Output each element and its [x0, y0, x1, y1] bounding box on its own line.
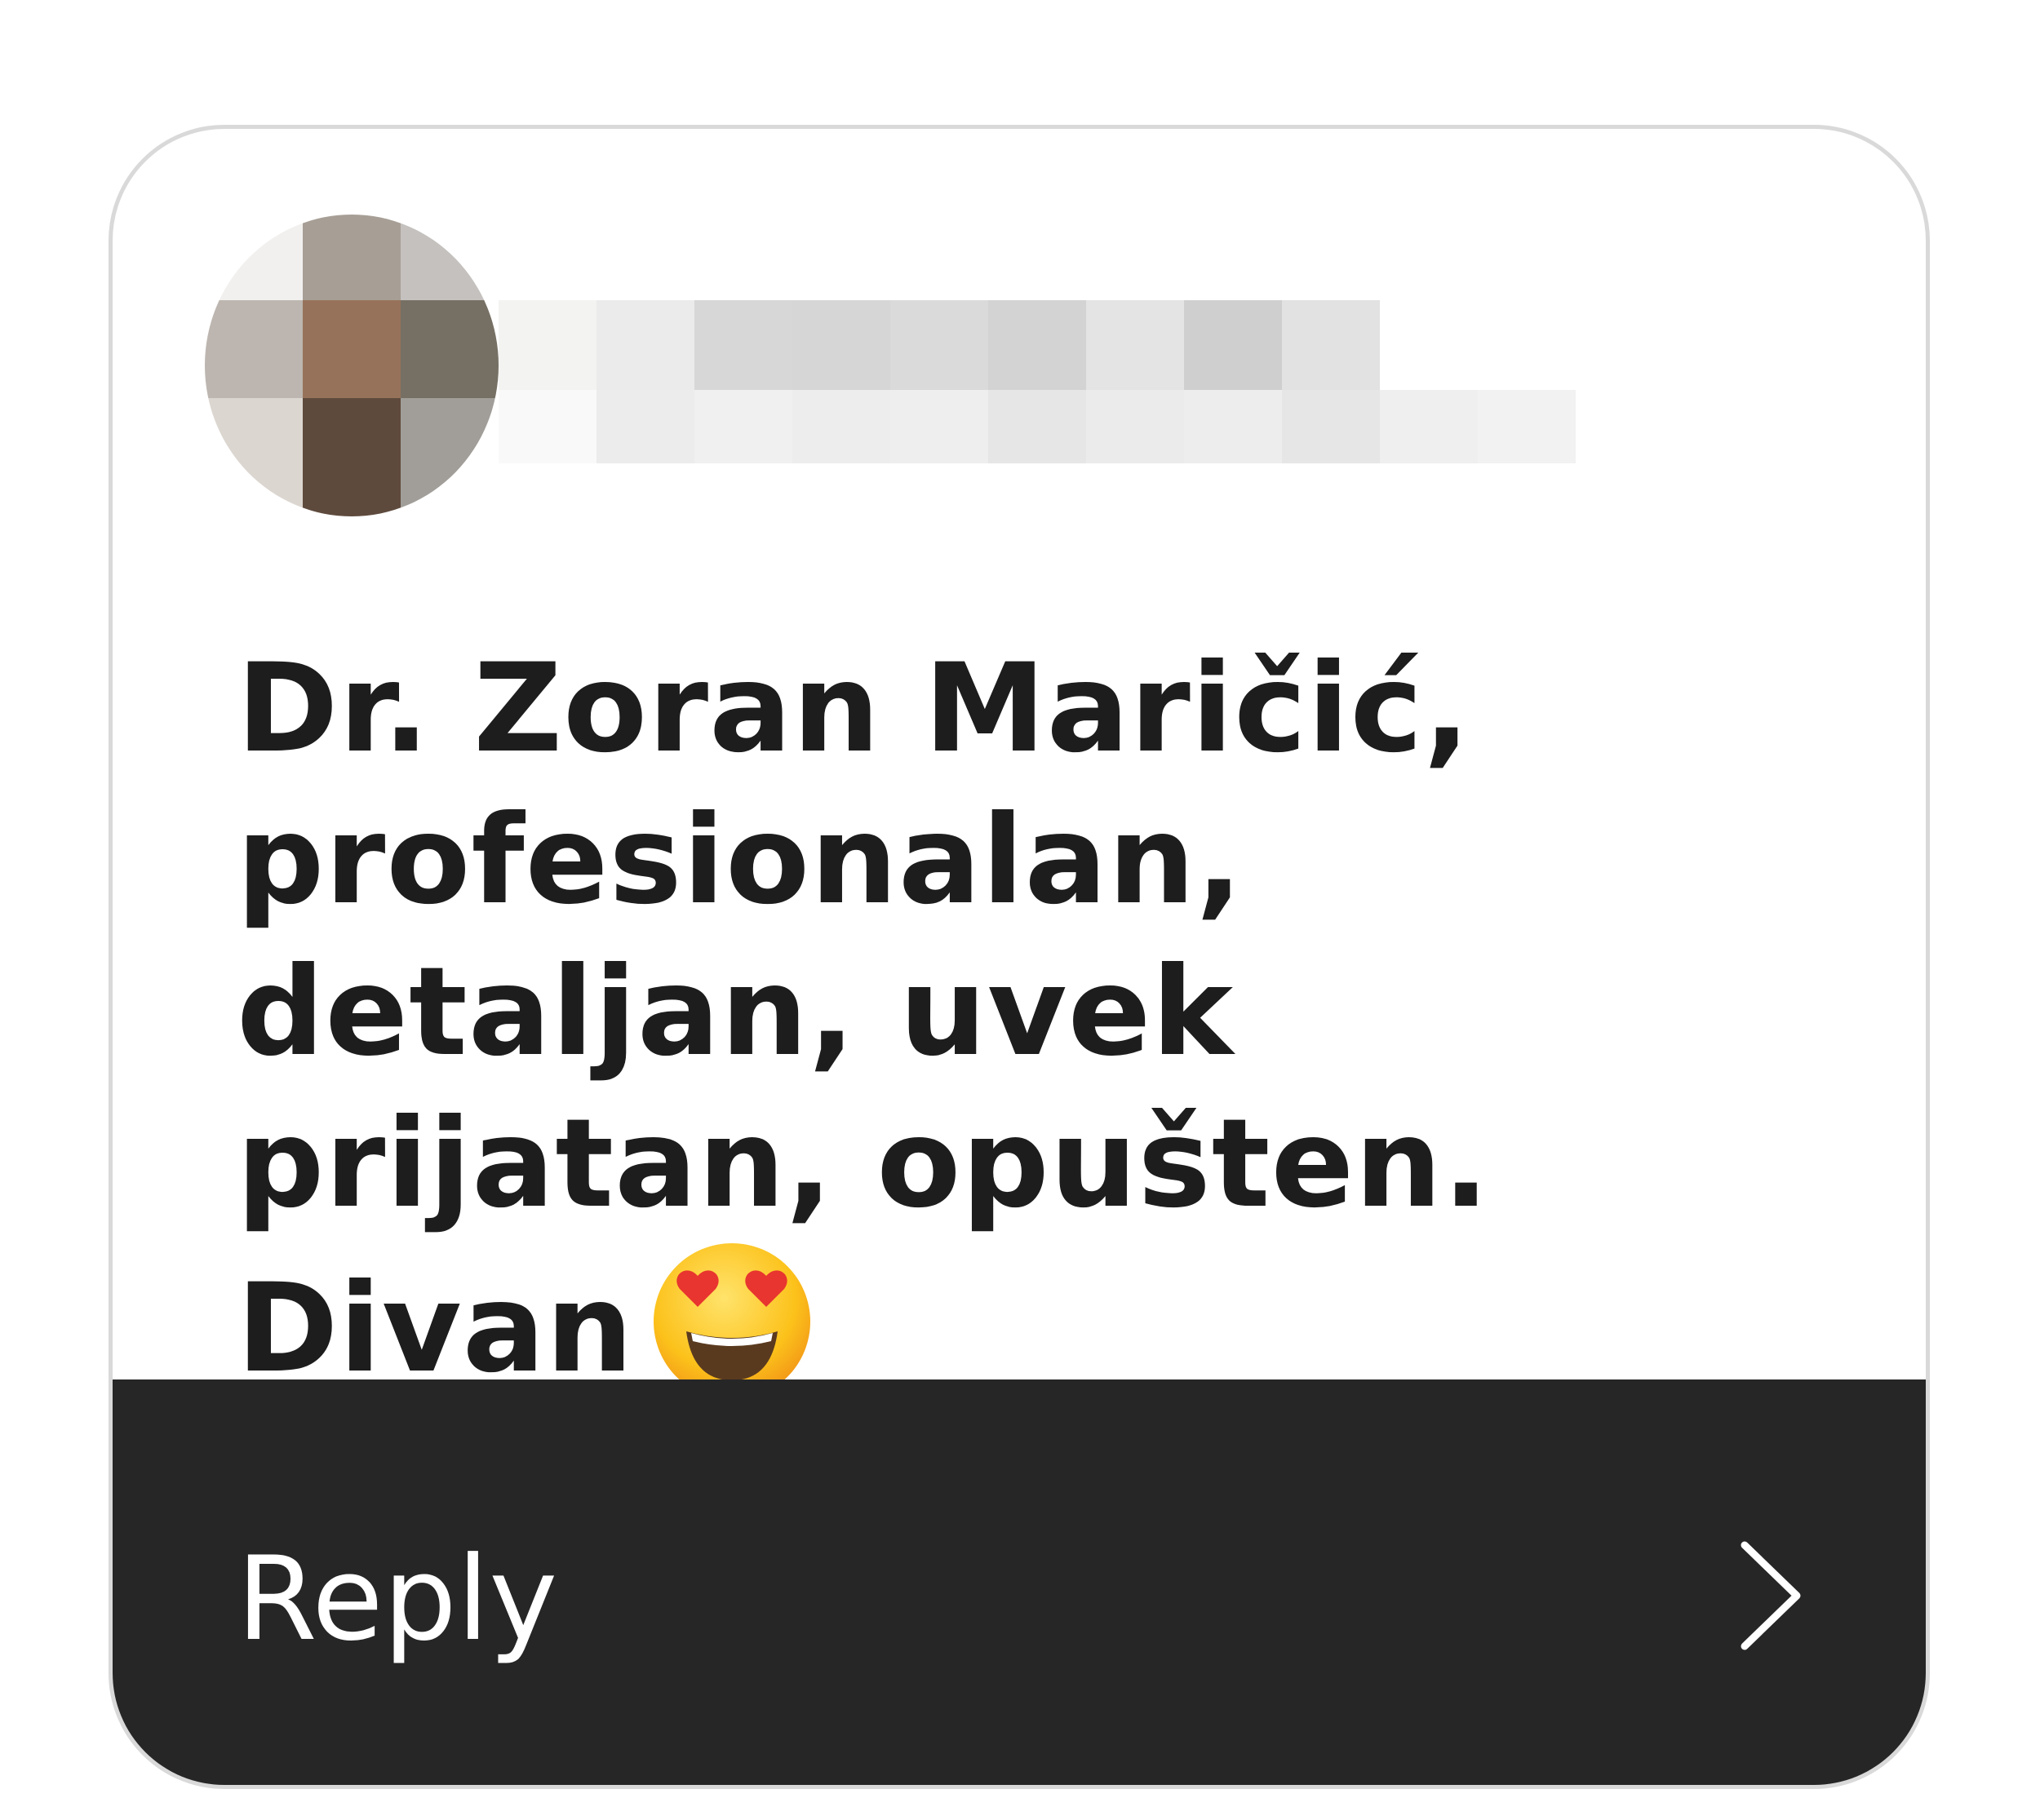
reply-label: Reply — [237, 1532, 558, 1667]
blurred-username — [499, 300, 1380, 390]
comment-card: Dr. Zoran Maričić, profesionalan, detalj… — [109, 125, 1930, 1789]
comment-text: Dr. Zoran Maričić, profesionalan, detalj… — [237, 633, 1869, 1405]
blurred-subtitle — [499, 390, 1576, 463]
smiling-face-with-heart-eyes-icon — [650, 1240, 814, 1403]
chevron-right-icon — [1738, 1539, 1803, 1653]
reply-button[interactable]: Reply — [113, 1379, 1926, 1785]
comment-header — [205, 215, 1592, 516]
comment-text-content: Dr. Zoran Maričić, profesionalan, detalj… — [237, 638, 1491, 1400]
blurred-avatar-icon[interactable] — [205, 215, 499, 516]
